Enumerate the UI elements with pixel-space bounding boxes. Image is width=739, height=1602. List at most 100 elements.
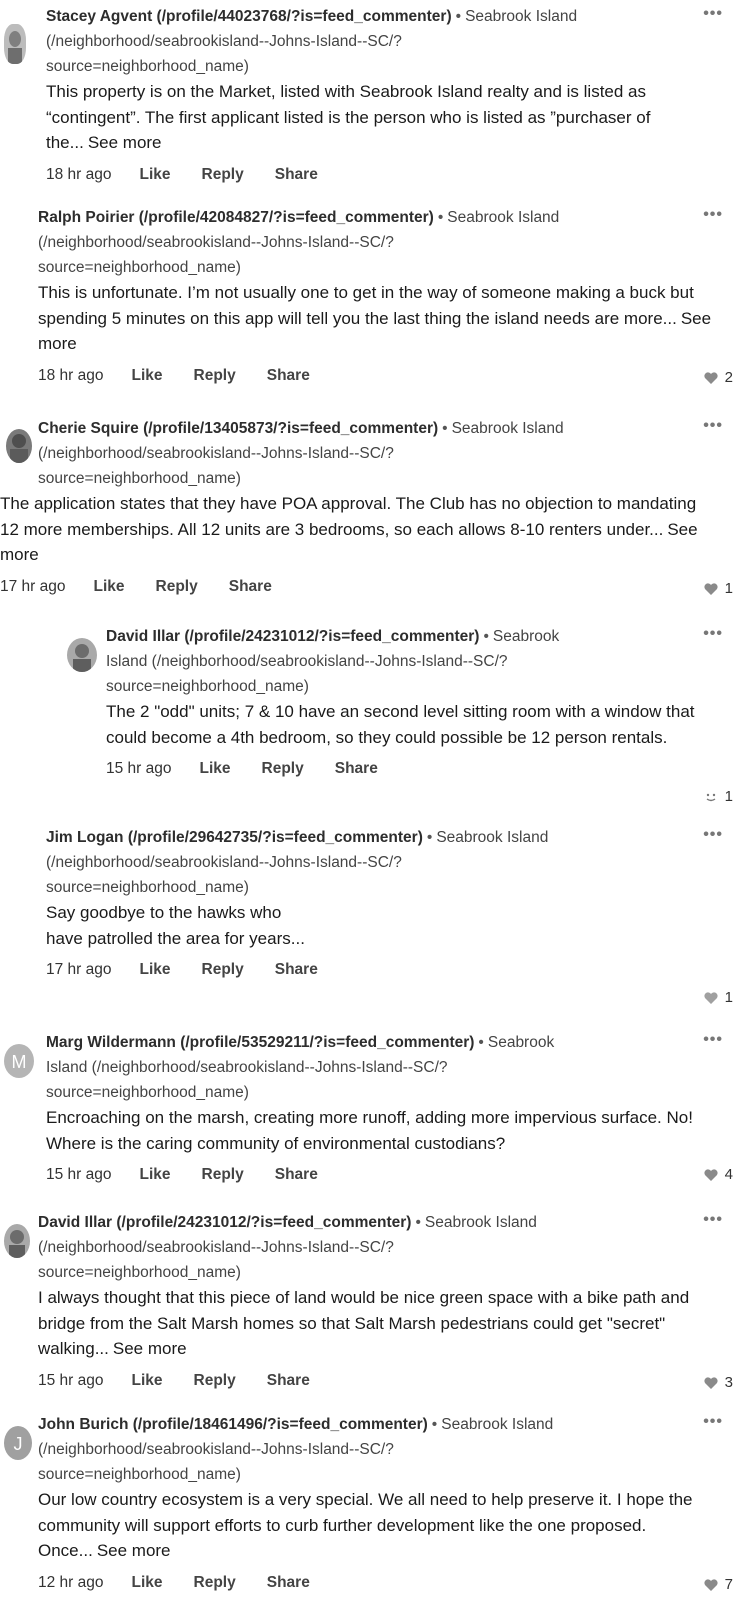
avatar[interactable]	[4, 24, 26, 64]
neighborhood-link-path[interactable]: (/neighborhood/seabrookisland--Johns-Isl…	[38, 1239, 394, 1256]
reaction-summary[interactable]: 7	[703, 1576, 733, 1593]
svg-text:J: J	[14, 1434, 23, 1454]
more-options-icon[interactable]: •••	[703, 1211, 723, 1229]
more-options-icon[interactable]: •••	[703, 206, 723, 224]
comment-actions: 15 hr ago Like Reply Share	[46, 1163, 706, 1187]
reaction-summary[interactable]: 1	[703, 989, 733, 1006]
comment-text-body: The 2 "odd" units; 7 & 10 have an second…	[106, 702, 695, 747]
like-button[interactable]: Like	[132, 1574, 163, 1592]
author-link[interactable]: John Burich (/profile/18461496/?is=feed_…	[38, 1416, 428, 1433]
neighborhood-link-source[interactable]: source=neighborhood_name)	[46, 58, 249, 75]
neighborhood-link-path[interactable]: (/neighborhood/seabrookisland--Johns-Isl…	[46, 854, 402, 871]
neighborhood-link-path[interactable]: (/neighborhood/seabrookisland--Johns-Isl…	[38, 445, 394, 462]
avatar[interactable]: M	[4, 1044, 34, 1078]
neighborhood-link-path[interactable]: (/neighborhood/seabrookisland--Johns-Isl…	[46, 33, 402, 50]
author-link[interactable]: Cherie Squire (/profile/13405873/?is=fee…	[38, 420, 438, 437]
comment-body: Ralph Poirier (/profile/42084827/?is=fee…	[38, 205, 711, 388]
see-more-link[interactable]: See more	[97, 1541, 171, 1560]
share-button[interactable]: Share	[267, 1574, 310, 1592]
comment-text-body: Encroaching on the marsh, creating more …	[46, 1108, 693, 1153]
neighborhood-link-path[interactable]: Island (/neighborhood/seabrookisland--Jo…	[106, 653, 508, 670]
neighborhood-link-source[interactable]: source=neighborhood_name)	[38, 259, 241, 276]
neighborhood-link[interactable]: Seabrook Island	[452, 420, 564, 437]
neighborhood-link[interactable]: Seabrook	[493, 628, 559, 645]
comment-text-line: have patrolled the area for years...	[46, 928, 305, 948]
avatar[interactable]	[67, 638, 97, 672]
author-link[interactable]: Jim Logan (/profile/29642735/?is=feed_co…	[46, 829, 423, 846]
author-link[interactable]: Stacey Agvent (/profile/44023768/?is=fee…	[46, 8, 452, 25]
neighborhood-link-source[interactable]: source=neighborhood_name)	[46, 879, 249, 896]
reaction-summary[interactable]: 1	[703, 788, 733, 805]
reaction-summary[interactable]: 1	[703, 580, 733, 597]
author-link[interactable]: David Illar (/profile/24231012/?is=feed_…	[38, 1214, 411, 1231]
share-button[interactable]: Share	[275, 166, 318, 184]
reaction-summary[interactable]: 4	[703, 1166, 733, 1183]
comment-meta: Stacey Agvent (/profile/44023768/?is=fee…	[46, 4, 706, 79]
neighborhood-link[interactable]: Seabrook	[488, 1034, 554, 1051]
smile-reaction-icon	[706, 793, 716, 801]
neighborhood-link-source[interactable]: source=neighborhood_name)	[106, 678, 309, 695]
like-button[interactable]: Like	[132, 1372, 163, 1390]
reply-button[interactable]: Reply	[262, 760, 304, 778]
reply-button[interactable]: Reply	[194, 1574, 236, 1592]
author-link[interactable]: Ralph Poirier (/profile/42084827/?is=fee…	[38, 209, 434, 226]
reaction-count: 3	[724, 1374, 733, 1391]
more-options-icon[interactable]: •••	[703, 826, 723, 844]
avatar[interactable]	[6, 429, 32, 463]
neighborhood-link[interactable]: Seabrook Island	[441, 1416, 553, 1433]
neighborhood-link-source[interactable]: source=neighborhood_name)	[38, 1264, 241, 1281]
reply-button[interactable]: Reply	[202, 1166, 244, 1184]
more-options-icon[interactable]: •••	[703, 1413, 723, 1431]
like-button[interactable]: Like	[132, 367, 163, 385]
comment-actions: 17 hr ago Like Reply Share	[46, 958, 706, 982]
neighborhood-link[interactable]: Seabrook Island	[447, 209, 559, 226]
reply-button[interactable]: Reply	[194, 367, 236, 385]
comment-meta: Cherie Squire (/profile/13405873/?is=fee…	[38, 416, 708, 491]
neighborhood-link[interactable]: Seabrook Island	[465, 8, 577, 25]
timestamp: 17 hr ago	[46, 961, 112, 978]
neighborhood-link-path[interactable]: Island (/neighborhood/seabrookisland--Jo…	[46, 1059, 448, 1076]
comment-body: David Illar (/profile/24231012/?is=feed_…	[38, 1210, 708, 1393]
avatar[interactable]: J	[4, 1426, 32, 1460]
neighborhood-link[interactable]: Seabrook Island	[436, 829, 548, 846]
like-button[interactable]: Like	[140, 1166, 171, 1184]
share-button[interactable]: Share	[335, 760, 378, 778]
like-button[interactable]: Like	[140, 166, 171, 184]
author-link[interactable]: Marg Wildermann (/profile/53529211/?is=f…	[46, 1034, 474, 1051]
reply-button[interactable]: Reply	[202, 166, 244, 184]
comment-text: I always thought that this piece of land…	[38, 1285, 718, 1362]
author-link[interactable]: David Illar (/profile/24231012/?is=feed_…	[106, 628, 479, 645]
reaction-summary[interactable]: 3	[703, 1374, 733, 1391]
more-options-icon[interactable]: •••	[703, 625, 723, 643]
share-button[interactable]: Share	[267, 367, 310, 385]
reaction-count: 4	[724, 1166, 733, 1183]
like-button[interactable]: Like	[200, 760, 231, 778]
comment-text-body: This is unfortunate. I’m not usually one…	[38, 283, 694, 328]
share-button[interactable]: Share	[267, 1372, 310, 1390]
see-more-link[interactable]: See more	[113, 1339, 187, 1358]
neighborhood-link-source[interactable]: source=neighborhood_name)	[46, 1084, 249, 1101]
neighborhood-link-source[interactable]: source=neighborhood_name)	[38, 470, 241, 487]
neighborhood-link-source[interactable]: source=neighborhood_name)	[38, 1466, 241, 1483]
reply-button[interactable]: Reply	[202, 961, 244, 979]
reply-button[interactable]: Reply	[194, 1372, 236, 1390]
more-options-icon[interactable]: •••	[703, 417, 723, 435]
more-options-icon[interactable]: •••	[703, 1031, 723, 1049]
avatar[interactable]	[4, 1224, 30, 1258]
reaction-summary[interactable]: 2	[703, 369, 733, 386]
like-button[interactable]: Like	[94, 578, 125, 596]
like-button[interactable]: Like	[140, 961, 171, 979]
see-more-link[interactable]: See more	[88, 133, 162, 152]
reply-button[interactable]: Reply	[156, 578, 198, 596]
share-button[interactable]: Share	[229, 578, 272, 596]
more-options-icon[interactable]: •••	[703, 5, 723, 23]
separator-dot: •	[437, 209, 444, 226]
neighborhood-link[interactable]: Seabrook Island	[425, 1214, 537, 1231]
share-button[interactable]: Share	[275, 961, 318, 979]
neighborhood-link-path[interactable]: (/neighborhood/seabrookisland--Johns-Isl…	[38, 1441, 394, 1458]
neighborhood-link-path[interactable]: (/neighborhood/seabrookisland--Johns-Isl…	[38, 234, 394, 251]
separator-dot: •	[478, 1034, 484, 1051]
separator-dot: •	[431, 1416, 438, 1433]
comment-text: Say goodbye to the hawks who have patrol…	[46, 900, 706, 951]
share-button[interactable]: Share	[275, 1166, 318, 1184]
